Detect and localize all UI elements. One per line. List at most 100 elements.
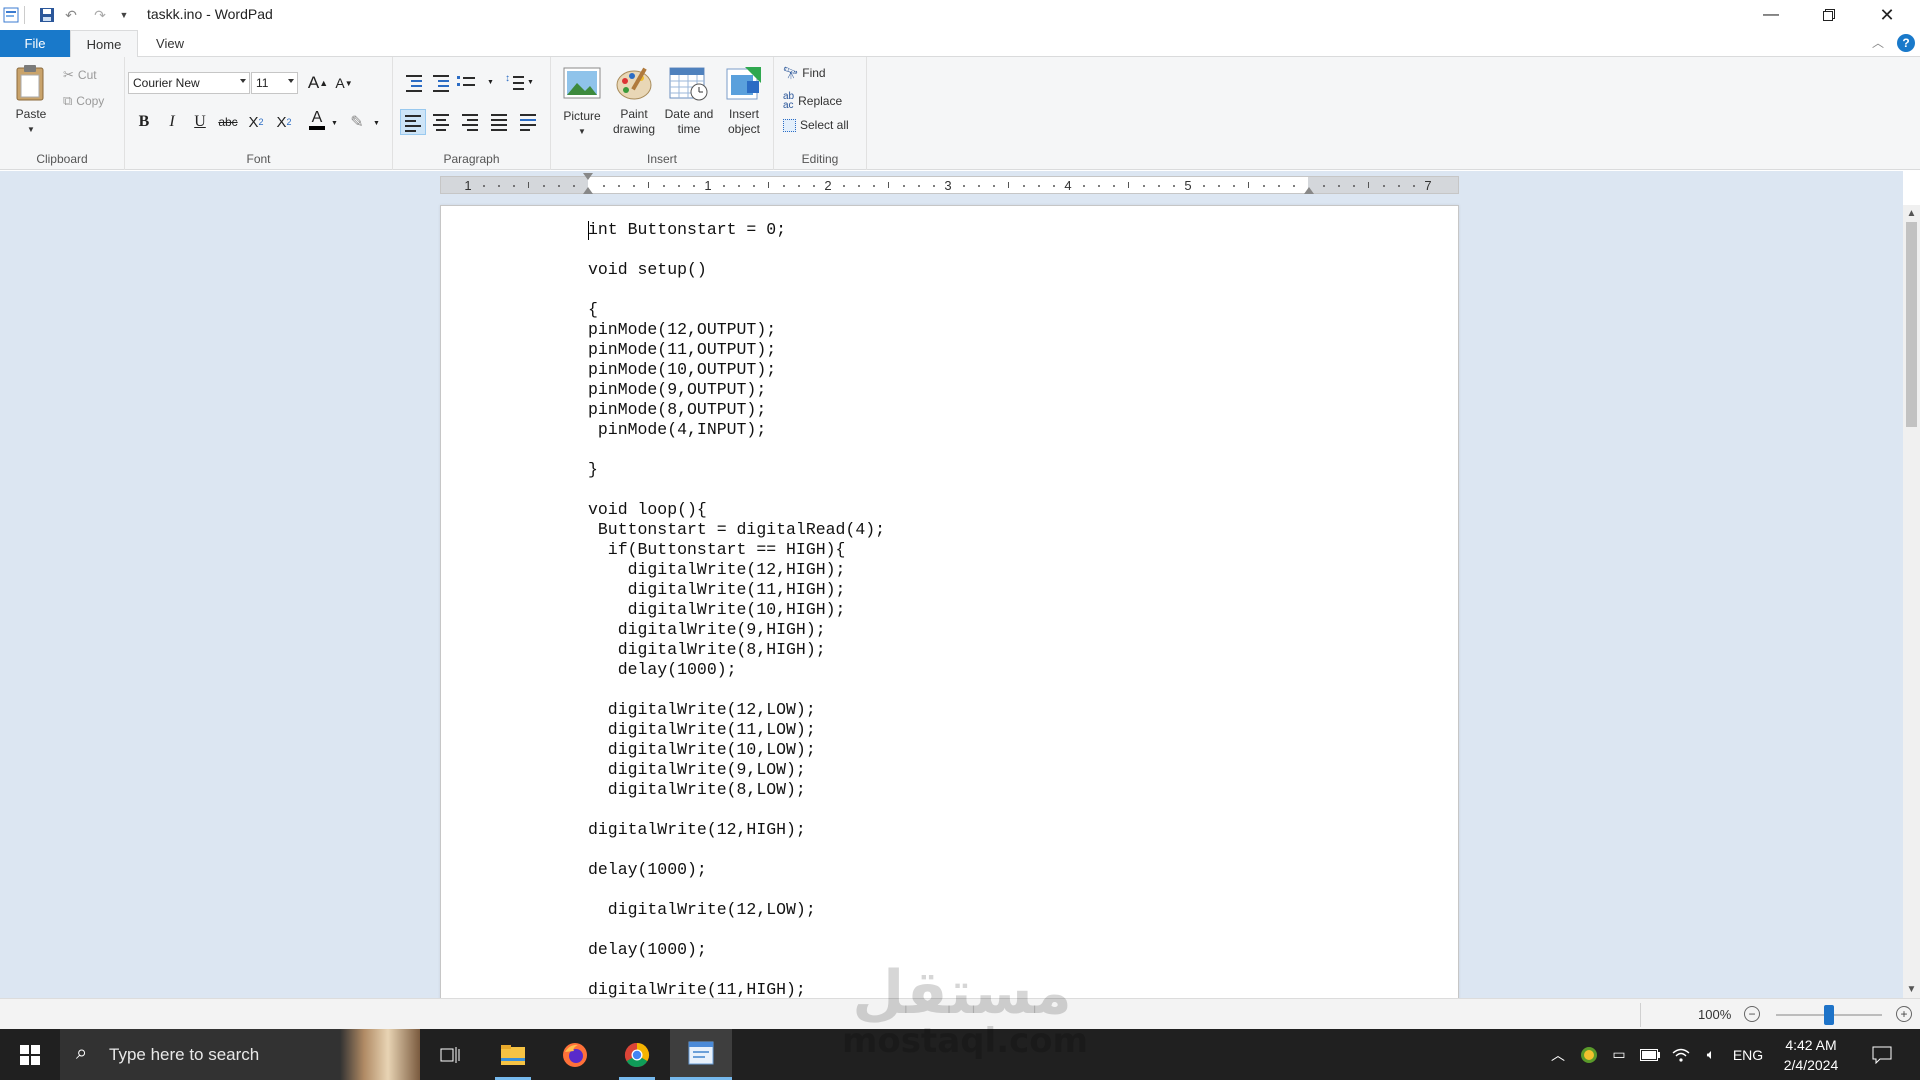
picture-dropdown-icon[interactable]: ▼ xyxy=(557,124,607,139)
ruler-tick xyxy=(693,185,695,187)
taskbar-search-box[interactable]: ⌕ Type here to search xyxy=(60,1029,420,1080)
bold-button[interactable]: B xyxy=(132,110,156,134)
select-all-icon xyxy=(783,118,796,132)
paste-dropdown-icon[interactable]: ▼ xyxy=(8,122,54,137)
taskbar-file-explorer[interactable] xyxy=(483,1029,543,1080)
date-time-label-2: time xyxy=(677,122,701,136)
ruler-tick xyxy=(543,185,545,187)
picture-button[interactable]: Picture ▼ xyxy=(557,67,607,139)
align-left-button[interactable] xyxy=(400,109,426,135)
ruler-tick xyxy=(618,185,620,187)
ruler[interactable]: 1 1 2 3 4 5 7 xyxy=(440,173,1459,194)
italic-button[interactable]: I xyxy=(160,110,184,134)
subscript-button[interactable]: X2 xyxy=(244,110,268,134)
vertical-scrollbar[interactable]: ▲ ▼ xyxy=(1903,205,1920,998)
minimize-button[interactable]: — xyxy=(1742,0,1800,30)
font-family-select[interactable]: Courier New xyxy=(128,72,250,94)
strikethrough-button[interactable]: abc xyxy=(216,110,240,134)
input-language[interactable]: ENG xyxy=(1730,1029,1766,1080)
paragraph-settings-button[interactable] xyxy=(518,112,540,132)
line-spacing-dropdown-icon[interactable]: ▼ xyxy=(527,79,534,86)
taskbar-clock[interactable]: 4:42 AM 2/4/2024 xyxy=(1768,1035,1854,1075)
text-color-button[interactable]: A xyxy=(305,108,329,132)
insert-object-button[interactable]: Insert object xyxy=(719,65,769,137)
tray-app-icon[interactable] xyxy=(1577,1029,1601,1080)
bullets-dropdown-icon[interactable]: ▼ xyxy=(487,79,494,86)
cut-button[interactable]: ✂ Cut xyxy=(63,67,97,83)
taskbar-chrome[interactable] xyxy=(607,1029,667,1080)
increase-indent-icon[interactable] xyxy=(430,73,452,93)
wifi-shape xyxy=(1672,1048,1690,1062)
highlight-dropdown-icon[interactable]: ▼ xyxy=(373,120,380,127)
find-button[interactable]: 🔭︎ Find xyxy=(783,66,826,80)
shrink-font-button[interactable]: A ▼ xyxy=(332,71,356,95)
text-color-dropdown-icon[interactable]: ▼ xyxy=(331,120,338,127)
zoom-level-text: 100% xyxy=(1698,1007,1732,1022)
font-size-select[interactable]: 11 xyxy=(251,72,298,94)
date-time-button[interactable]: Date and time xyxy=(661,65,717,137)
show-hidden-icons[interactable]: ︿ xyxy=(1545,1029,1571,1080)
zoom-in-button[interactable]: + xyxy=(1896,1006,1912,1022)
file-explorer-icon xyxy=(501,1044,525,1065)
scroll-thumb[interactable] xyxy=(1906,222,1917,427)
right-indent-marker[interactable] xyxy=(1304,187,1314,194)
code-line: int Buttonstart = 0; xyxy=(588,220,787,239)
volume-icon[interactable]: 🔈︎ xyxy=(1698,1029,1724,1080)
code-line: digitalWrite(9,LOW); xyxy=(588,760,806,779)
taskbar-firefox[interactable] xyxy=(545,1029,605,1080)
highlight-button[interactable]: ✎ xyxy=(345,110,369,134)
scroll-down-icon[interactable]: ▼ xyxy=(1903,981,1920,998)
paint-drawing-button[interactable]: Paint drawing xyxy=(609,65,659,137)
tab-home[interactable]: Home xyxy=(70,30,138,58)
line-spacing-icon[interactable]: ↕ xyxy=(505,73,527,93)
first-line-indent-marker[interactable] xyxy=(583,173,593,180)
code-line: digitalWrite(9,HIGH); xyxy=(588,620,826,639)
tab-view[interactable]: View xyxy=(140,30,200,57)
ruler-tick xyxy=(1218,185,1220,187)
superscript-button[interactable]: X2 xyxy=(272,110,296,134)
justify-button[interactable] xyxy=(489,112,511,132)
help-icon[interactable]: ? xyxy=(1897,34,1915,52)
undo-icon[interactable]: ↶ xyxy=(62,6,80,24)
select-all-button[interactable]: Select all xyxy=(783,118,849,132)
align-center-button[interactable] xyxy=(431,112,453,132)
replace-button[interactable]: ab ac Replace xyxy=(783,92,842,111)
wifi-icon[interactable] xyxy=(1668,1029,1694,1080)
ruler-tick xyxy=(813,185,815,187)
decrease-indent-icon[interactable] xyxy=(403,73,425,93)
tab-file[interactable]: File xyxy=(0,30,70,57)
scroll-up-icon[interactable]: ▲ xyxy=(1903,205,1920,222)
restore-button[interactable] xyxy=(1800,0,1858,30)
grow-font-button[interactable]: A ▲ xyxy=(306,71,330,95)
zoom-out-button[interactable]: − xyxy=(1744,1006,1760,1022)
customize-qat-icon[interactable]: ▼ xyxy=(115,6,133,24)
redo-icon[interactable]: ↷ xyxy=(91,6,109,24)
save-icon[interactable] xyxy=(38,6,56,24)
align-right-button[interactable] xyxy=(460,112,482,132)
ruler-tick xyxy=(753,185,755,187)
paint-drawing-label-1: Paint xyxy=(620,107,648,121)
ruler-number: 4 xyxy=(1064,178,1072,193)
start-button[interactable] xyxy=(0,1029,60,1080)
firefox-icon xyxy=(563,1042,587,1067)
zoom-slider-thumb[interactable] xyxy=(1824,1005,1834,1025)
code-line: digitalWrite(11,HIGH); xyxy=(588,980,806,998)
paste-button[interactable]: Paste ▼ xyxy=(8,63,54,137)
hanging-indent-marker[interactable] xyxy=(583,187,593,194)
font-family-dropdown-icon xyxy=(240,79,246,83)
meet-now-icon[interactable]: ▭ xyxy=(1607,1029,1631,1080)
notifications-icon[interactable] xyxy=(1862,1029,1902,1080)
document-text[interactable]: int Buttonstart = 0; void setup() {pinMo… xyxy=(588,220,885,998)
underline-button[interactable]: U xyxy=(188,110,212,134)
bullets-icon[interactable] xyxy=(457,73,479,93)
battery-icon[interactable] xyxy=(1636,1029,1664,1080)
document-page[interactable]: int Buttonstart = 0; void setup() {pinMo… xyxy=(440,205,1459,998)
task-view-button[interactable] xyxy=(420,1029,480,1080)
copy-button[interactable]: ⧉ Copy xyxy=(63,93,104,109)
close-button[interactable]: ✕ xyxy=(1858,0,1916,30)
collapse-ribbon-icon[interactable]: ︿ xyxy=(1872,34,1884,51)
ruler-tick xyxy=(1248,182,1249,188)
taskbar-wordpad[interactable] xyxy=(670,1029,732,1080)
